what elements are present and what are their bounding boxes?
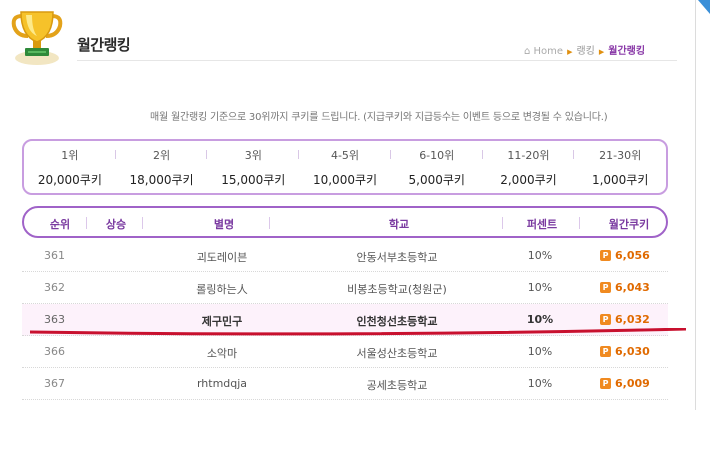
breadcrumb-current: 월간랭킹: [608, 46, 646, 57]
table-row[interactable]: 362 롤링하는人 비봉초등학교(청원군) 10% P 6,043: [22, 272, 668, 304]
row-percent: 10%: [527, 377, 553, 390]
row-school: 비봉초등학교(청원군): [347, 283, 447, 296]
reward-rank: 3위: [207, 147, 299, 163]
row-school: 인천청선초등학교: [356, 315, 438, 328]
row-cookie-value: 6,043: [615, 281, 650, 294]
reward-amount: 20,000쿠키: [37, 173, 102, 187]
ranking-table-header: 순위 상승 별명 학교 퍼센트 월간쿠키: [22, 206, 668, 238]
trophy-icon: [11, 11, 63, 65]
reward-amount: 10,000쿠키: [312, 173, 378, 187]
row-nick[interactable]: 괴도레이븐: [142, 249, 302, 265]
home-icon: ⌂: [524, 46, 534, 57]
row-school: 공세초등학교: [366, 379, 428, 392]
row-nick[interactable]: 롤링하는人: [142, 281, 302, 297]
red-underline-annotation: [30, 328, 686, 336]
row-rank: 361: [44, 249, 65, 262]
breadcrumb: ⌂ Home ▶ 랭킹 ▶ 월간랭킹: [524, 42, 645, 57]
row-school: 서울성산초등학교: [356, 347, 438, 360]
row-cookie: P 6,043: [600, 281, 650, 294]
reward-rank: 21-30위: [599, 149, 642, 162]
reward-rank: 11-20위: [483, 147, 575, 163]
cookie-icon: P: [600, 250, 611, 261]
row-rank: 367: [44, 377, 65, 390]
row-cookie-value: 6,032: [615, 313, 650, 326]
reward-amount: 1,000쿠키: [591, 173, 649, 187]
cookie-icon: P: [600, 378, 611, 389]
title-divider: [77, 60, 677, 61]
reward-amount: 18,000쿠키: [129, 173, 194, 187]
right-border: [695, 0, 696, 410]
row-nick[interactable]: 소악마: [142, 345, 302, 361]
row-cookie: P 6,056: [600, 249, 650, 262]
reward-rank: 2위: [116, 147, 208, 163]
header-school[interactable]: 학교: [289, 216, 509, 232]
ranking-list: 361 괴도레이븐 안동서부초등학교 10% P 6,056 362 롤링하는人 …: [22, 240, 668, 400]
reward-rank: 6-10위: [391, 147, 483, 163]
row-nick[interactable]: rhtmdqja: [142, 377, 302, 390]
row-cookie: P 6,030: [600, 345, 650, 358]
reward-rank: 1위: [24, 147, 116, 163]
chevron-right-icon: ▶: [598, 48, 605, 56]
reward-table: 1위 2위 3위 4-5위 6-10위 11-20위 21-30위 20,000…: [22, 139, 668, 195]
table-row[interactable]: 366 소악마 서울성산초등학교 10% P 6,030: [22, 336, 668, 368]
cookie-icon: P: [600, 346, 611, 357]
header-divider: [579, 217, 580, 229]
header-cookie[interactable]: 월간쿠키: [594, 216, 664, 232]
header-divider: [86, 217, 87, 229]
row-percent: 10%: [526, 313, 554, 326]
reward-amount: 15,000쿠키: [221, 173, 286, 187]
row-cookie: P 6,009: [600, 377, 650, 390]
header-divider: [269, 217, 270, 229]
row-rank: 362: [44, 281, 65, 294]
header-nick[interactable]: 별명: [164, 216, 284, 232]
row-rank: 363: [44, 313, 65, 326]
row-cookie-value: 6,030: [615, 345, 650, 358]
row-cookie: P 6,032: [600, 313, 650, 326]
table-row[interactable]: 367 rhtmdqja 공세초등학교 10% P 6,009: [22, 368, 668, 400]
notice-text: 매월 월간랭킹 기준으로 30위까지 쿠키를 드립니다. (지급쿠키와 지급등수…: [150, 112, 608, 123]
breadcrumb-home[interactable]: Home: [534, 46, 564, 57]
reward-amount: 5,000쿠키: [408, 173, 465, 187]
breadcrumb-ranking[interactable]: 랭킹: [576, 46, 594, 57]
row-percent: 10%: [527, 345, 553, 358]
header-rank[interactable]: 순위: [40, 216, 80, 232]
row-cookie-value: 6,009: [615, 377, 650, 390]
page-title: 월간랭킹: [77, 36, 131, 54]
header-divider: [142, 217, 143, 229]
cookie-icon: P: [600, 314, 611, 325]
cookie-icon: P: [600, 282, 611, 293]
reward-rank: 4-5위: [299, 147, 391, 163]
row-nick[interactable]: 제구민구: [142, 313, 302, 329]
chevron-right-icon: ▶: [567, 48, 573, 56]
header-rise[interactable]: 상승: [96, 216, 136, 232]
row-rank: 366: [44, 345, 65, 358]
header-percent[interactable]: 퍼센트: [502, 216, 582, 232]
table-row[interactable]: 361 괴도레이븐 안동서부초등학교 10% P 6,056: [22, 240, 668, 272]
row-cookie-value: 6,056: [615, 249, 650, 262]
row-school: 안동서부초등학교: [356, 251, 438, 264]
row-percent: 10%: [527, 249, 553, 262]
corner-tab-icon: [698, 0, 710, 14]
row-percent: 10%: [527, 281, 553, 294]
reward-amount: 2,000쿠키: [500, 173, 557, 187]
